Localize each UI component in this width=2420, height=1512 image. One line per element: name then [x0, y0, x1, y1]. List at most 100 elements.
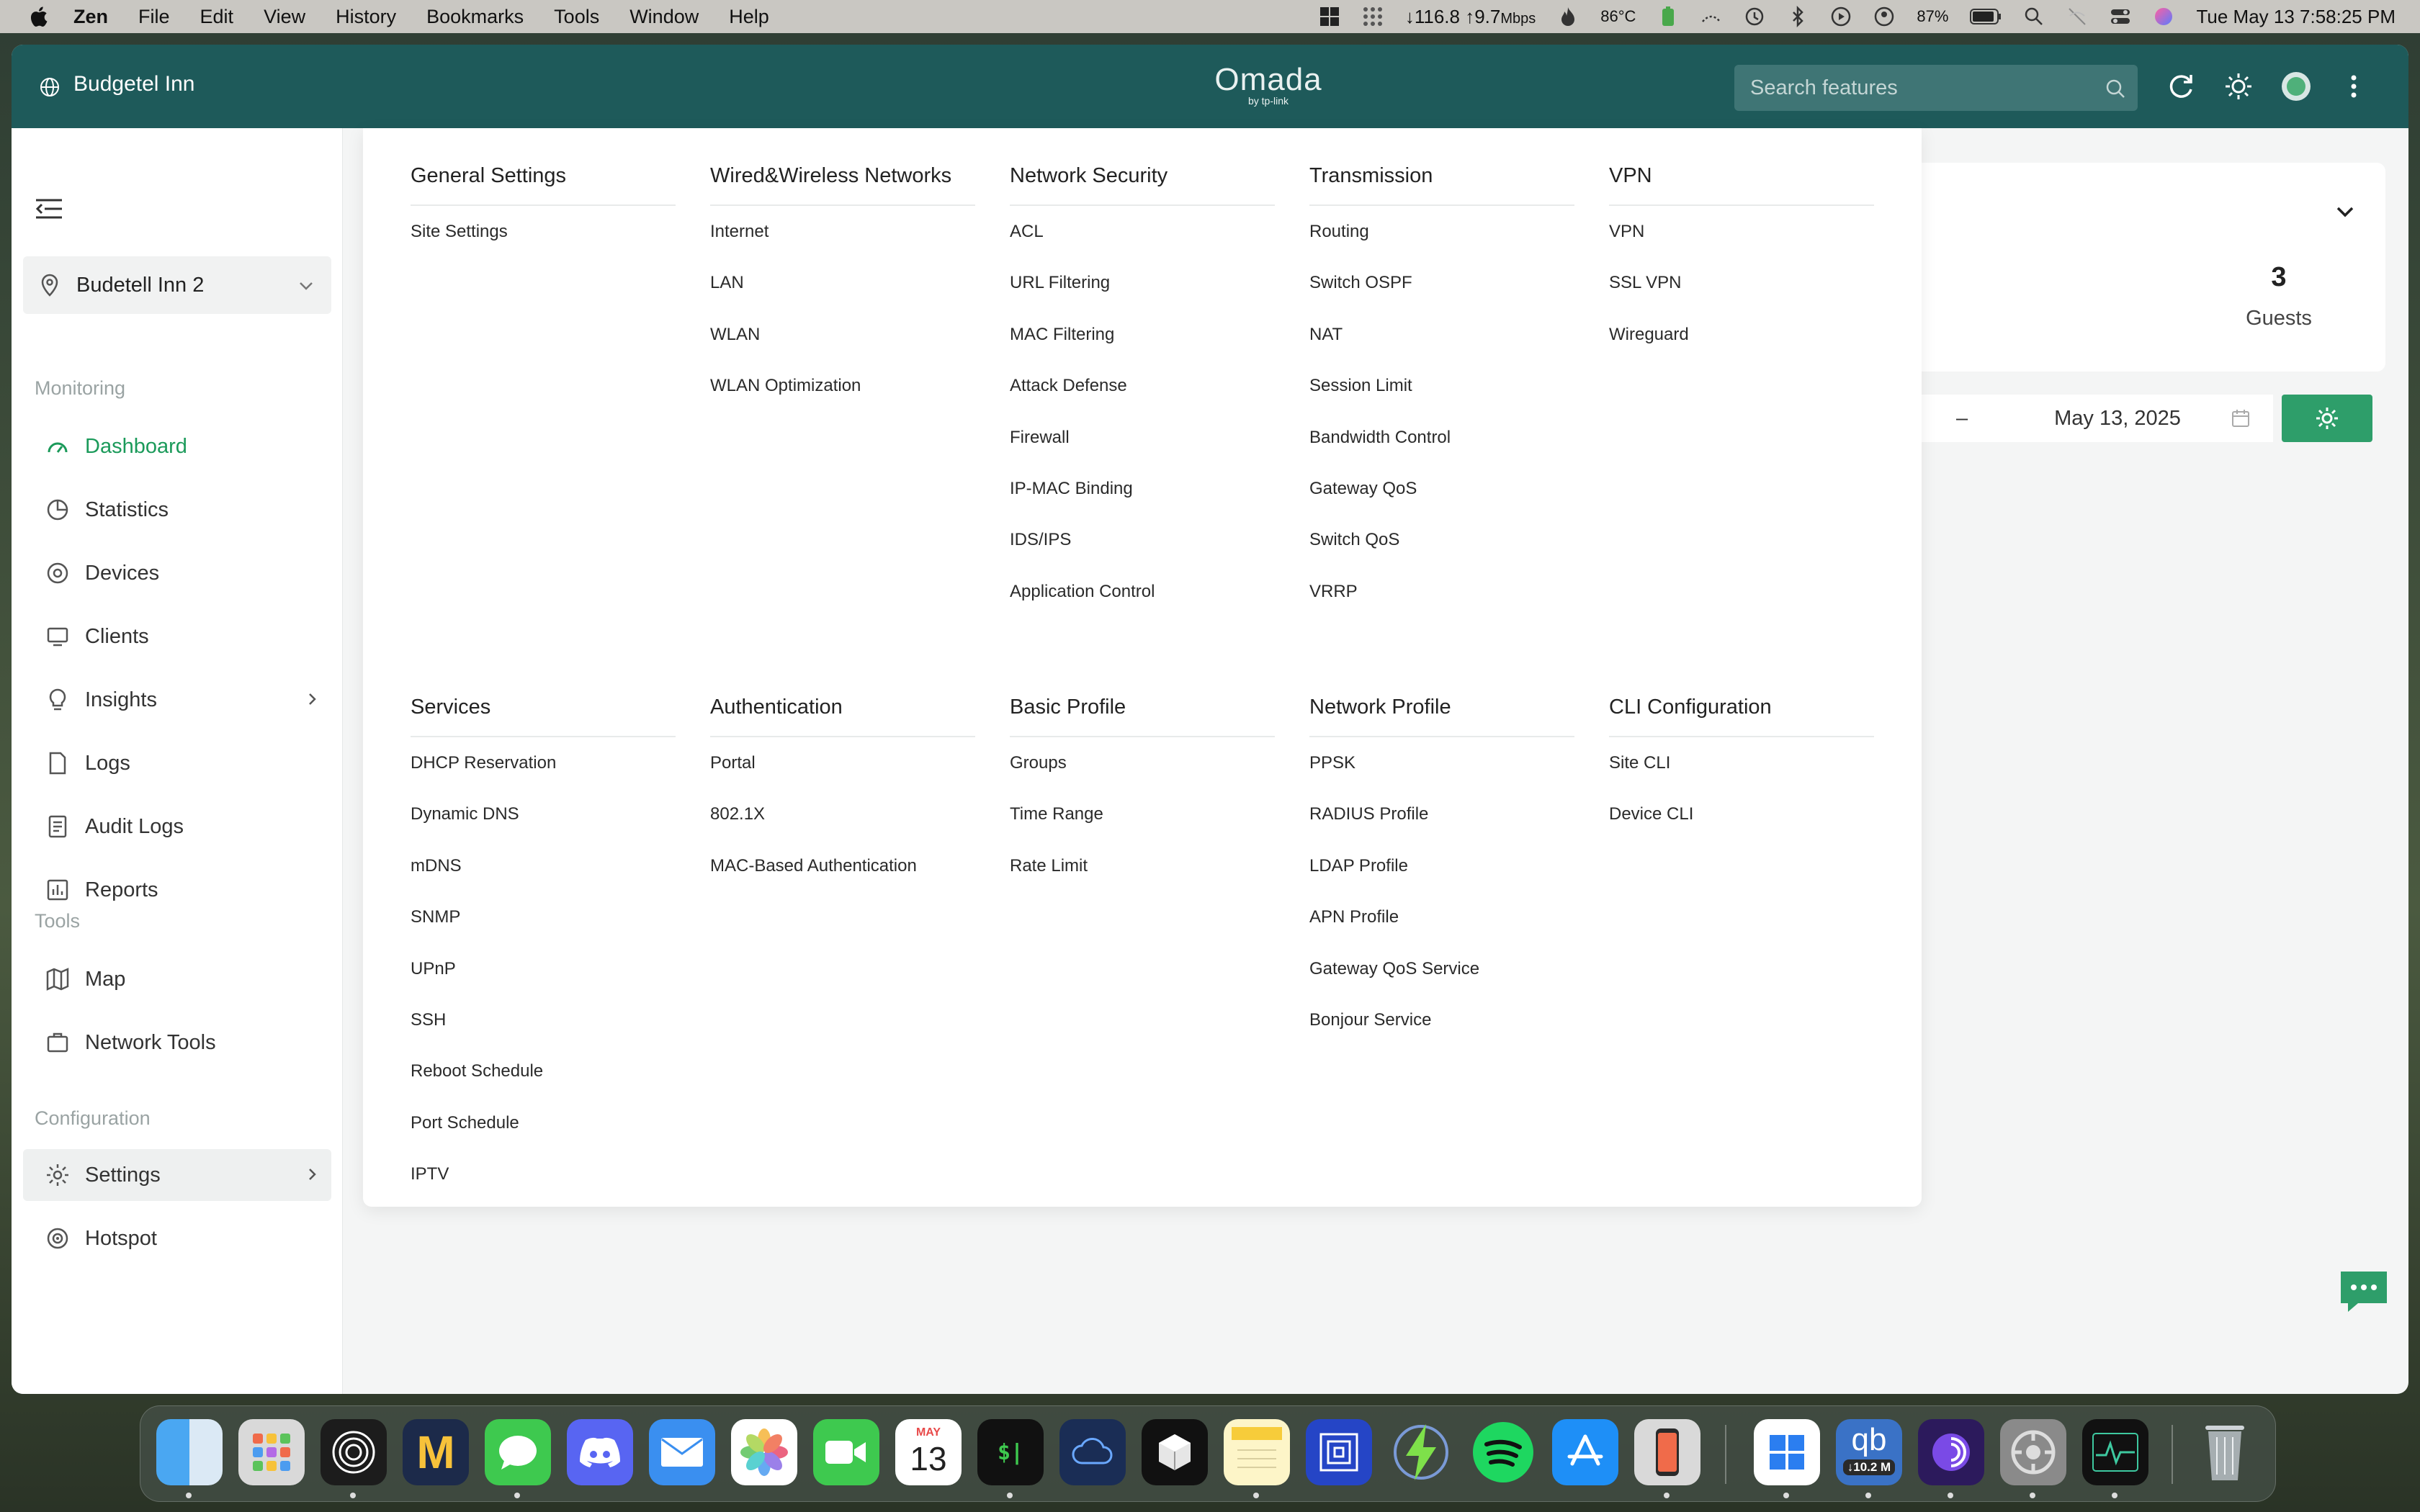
- trash-icon[interactable]: [2192, 1419, 2258, 1485]
- vpn-app-icon[interactable]: [1918, 1419, 1984, 1485]
- battery-icon[interactable]: [1970, 6, 2002, 27]
- menu-link-mdns[interactable]: mDNS: [411, 847, 676, 899]
- menu-link-application-control[interactable]: Application Control: [1010, 573, 1275, 624]
- menu-link-ldap-profile[interactable]: LDAP Profile: [1309, 847, 1574, 899]
- dots-grid-icon[interactable]: [1362, 6, 1384, 27]
- menu-edit[interactable]: Edit: [200, 6, 234, 28]
- user-circle-icon[interactable]: [1873, 6, 1895, 27]
- messages-icon[interactable]: [485, 1419, 551, 1485]
- menu-link-wlan[interactable]: WLAN: [710, 316, 975, 367]
- menu-link-mac-filtering[interactable]: MAC Filtering: [1010, 316, 1275, 367]
- menu-link-vrrp[interactable]: VRRP: [1309, 573, 1574, 624]
- app-store-icon[interactable]: [1552, 1419, 1618, 1485]
- sidebar-item-clients[interactable]: Clients: [23, 611, 331, 662]
- menu-link-dynamic-dns[interactable]: Dynamic DNS: [411, 796, 676, 847]
- box-app-icon[interactable]: [1142, 1419, 1208, 1485]
- menu-file[interactable]: File: [138, 6, 170, 28]
- sidebar-item-reports[interactable]: Reports: [23, 864, 331, 916]
- apple-icon[interactable]: [27, 5, 49, 28]
- menu-link-time-range[interactable]: Time Range: [1010, 796, 1275, 847]
- chevron-down-icon[interactable]: [2334, 200, 2357, 223]
- frame-app-icon[interactable]: [1306, 1419, 1372, 1485]
- terminal-icon[interactable]: $|: [977, 1419, 1044, 1485]
- menu-link-site-settings[interactable]: Site Settings: [411, 213, 676, 264]
- photos-icon[interactable]: [731, 1419, 797, 1485]
- search-icon[interactable]: [2105, 78, 2126, 99]
- menu-link-wlan-optimization[interactable]: WLAN Optimization: [710, 367, 975, 418]
- menu-link-acl[interactable]: ACL: [1010, 213, 1275, 264]
- menu-link-gateway-qos-service[interactable]: Gateway QoS Service: [1309, 950, 1574, 1002]
- sidebar-item-statistics[interactable]: Statistics: [23, 484, 331, 536]
- theme-sun-icon[interactable]: [2223, 71, 2254, 102]
- finder-icon[interactable]: [156, 1419, 223, 1485]
- menu-link-gateway-qos[interactable]: Gateway QoS: [1309, 470, 1574, 521]
- menu-link-routing[interactable]: Routing: [1309, 213, 1574, 264]
- menu-link-url-filtering[interactable]: URL Filtering: [1010, 264, 1275, 315]
- spotlight-search-icon[interactable]: [2023, 6, 2045, 27]
- menu-bookmarks[interactable]: Bookmarks: [426, 6, 524, 28]
- wifi-dots-icon[interactable]: [1700, 6, 1722, 27]
- menu-link-ip-mac-binding[interactable]: IP-MAC Binding: [1010, 470, 1275, 521]
- menu-link-ssh[interactable]: SSH: [411, 1002, 676, 1053]
- spotify-icon[interactable]: [1470, 1419, 1536, 1485]
- menu-link-rate-limit[interactable]: Rate Limit: [1010, 847, 1275, 899]
- launchpad-icon[interactable]: [238, 1419, 305, 1485]
- menu-link-apn-profile[interactable]: APN Profile: [1309, 899, 1574, 950]
- dashboard-settings-button[interactable]: [2282, 395, 2372, 442]
- system-settings-icon[interactable]: [2000, 1419, 2066, 1485]
- menu-link-bonjour-service[interactable]: Bonjour Service: [1309, 1002, 1574, 1053]
- sidebar-item-settings[interactable]: Settings: [23, 1149, 331, 1201]
- play-icon[interactable]: [1830, 6, 1852, 27]
- menu-link-ssl-vpn[interactable]: SSL VPN: [1609, 264, 1874, 315]
- menu-link-vpn[interactable]: VPN: [1609, 213, 1874, 264]
- menu-link-snmp[interactable]: SNMP: [411, 899, 676, 950]
- facetime-icon[interactable]: [813, 1419, 879, 1485]
- more-options-icon[interactable]: [2338, 71, 2370, 102]
- menu-link-port-schedule[interactable]: Port Schedule: [411, 1104, 676, 1156]
- menu-link-switch-qos[interactable]: Switch QoS: [1309, 521, 1574, 572]
- sidebar-item-audit-logs[interactable]: Audit Logs: [23, 801, 331, 852]
- menu-link-lan[interactable]: LAN: [710, 264, 975, 315]
- menu-app-name[interactable]: Zen: [73, 6, 108, 28]
- menu-link-upnp[interactable]: UPnP: [411, 950, 676, 1002]
- search-features-input[interactable]: Search features: [1734, 65, 2138, 111]
- user-avatar-icon[interactable]: [2280, 71, 2312, 102]
- refresh-icon[interactable]: [2165, 71, 2197, 102]
- sidebar-item-map[interactable]: Map: [23, 953, 331, 1005]
- bluetooth-icon[interactable]: [1787, 6, 1809, 27]
- sidebar-item-logs[interactable]: Logs: [23, 737, 331, 789]
- menu-link-802-1x[interactable]: 802.1X: [710, 796, 975, 847]
- datetime[interactable]: Tue May 13 7:58:25 PM: [2196, 6, 2396, 28]
- menu-link-reboot-schedule[interactable]: Reboot Schedule: [411, 1053, 676, 1104]
- menu-link-groups[interactable]: Groups: [1010, 744, 1275, 796]
- discord-icon[interactable]: [567, 1419, 633, 1485]
- menu-link-wireguard[interactable]: Wireguard: [1609, 316, 1874, 367]
- battery-green-icon[interactable]: [1657, 6, 1679, 27]
- circle-app-icon[interactable]: [321, 1419, 387, 1485]
- menu-history[interactable]: History: [336, 6, 396, 28]
- cloud-app-icon[interactable]: [1059, 1419, 1126, 1485]
- windows-app-icon[interactable]: [1754, 1419, 1820, 1485]
- date-range-picker[interactable]: – May 13, 2025: [1913, 395, 2273, 442]
- menu-link-bandwidth-control[interactable]: Bandwidth Control: [1309, 419, 1574, 470]
- calendar-icon[interactable]: MAY 13: [895, 1419, 962, 1485]
- menu-link-device-cli[interactable]: Device CLI: [1609, 796, 1874, 847]
- menu-window[interactable]: Window: [629, 6, 699, 28]
- menu-link-portal[interactable]: Portal: [710, 744, 975, 796]
- sidebar-item-devices[interactable]: Devices: [23, 547, 331, 599]
- sidebar-item-dashboard[interactable]: Dashboard: [23, 420, 331, 472]
- menu-link-radius-profile[interactable]: RADIUS Profile: [1309, 796, 1574, 847]
- menu-link-session-limit[interactable]: Session Limit: [1309, 367, 1574, 418]
- activity-monitor-icon[interactable]: [2082, 1419, 2148, 1485]
- menu-tools[interactable]: Tools: [554, 6, 599, 28]
- menu-help[interactable]: Help: [729, 6, 769, 28]
- time-machine-icon[interactable]: [1744, 6, 1765, 27]
- sidebar-item-hotspot[interactable]: Hotspot: [23, 1212, 331, 1264]
- windows-grid-icon[interactable]: [1319, 6, 1340, 27]
- site-name[interactable]: Budgetel Inn: [73, 72, 194, 96]
- menu-link-internet[interactable]: Internet: [710, 213, 975, 264]
- menu-link-switch-ospf[interactable]: Switch OSPF: [1309, 264, 1574, 315]
- bolt-app-icon[interactable]: [1388, 1419, 1454, 1485]
- menu-link-mac-based-authentication[interactable]: MAC-Based Authentication: [710, 847, 975, 899]
- wifi-off-icon[interactable]: [2066, 6, 2088, 27]
